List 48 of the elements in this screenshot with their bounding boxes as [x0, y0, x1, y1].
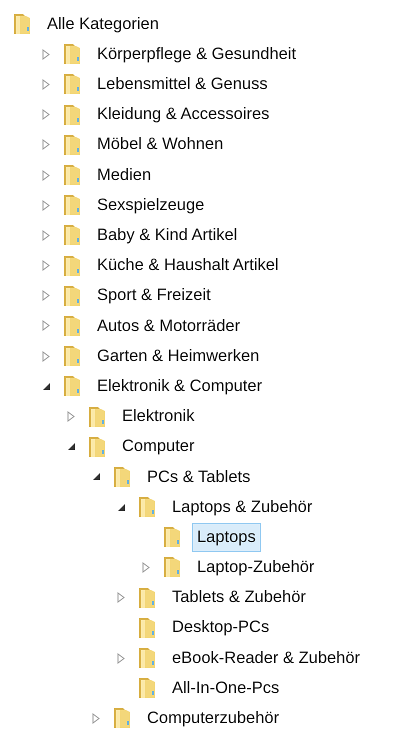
folder-icon	[62, 254, 82, 277]
tree-item[interactable]: All-In-One-Pcs	[167, 674, 284, 703]
folder-icon	[62, 345, 82, 368]
tree-item[interactable]: Autos & Motorräder	[92, 312, 246, 340]
folder-icon	[62, 314, 82, 337]
tree-item[interactable]: Kleidung & Accessoires	[92, 100, 274, 130]
folder-icon	[137, 586, 157, 609]
tree-item[interactable]: Tablets & Zubehör	[167, 583, 311, 612]
folder-icon	[162, 556, 182, 578]
tree-item[interactable]: Laptop-Zubehör	[192, 553, 320, 582]
tree-item[interactable]: Lebensmittel & Genuss	[92, 70, 273, 99]
folder-icon	[62, 134, 82, 156]
tree-item[interactable]: Baby & Kind Artikel	[92, 221, 242, 250]
folder-icon	[137, 496, 157, 518]
folder-icon	[137, 647, 157, 670]
tree-item[interactable]: Elektronik	[117, 402, 200, 431]
folder-icon	[137, 616, 157, 639]
folder-icon	[62, 43, 82, 66]
tree-item[interactable]: Alle Kategorien	[42, 10, 164, 38]
folder-icon	[87, 436, 107, 458]
folder-icon	[62, 164, 82, 186]
folder-icon	[112, 466, 132, 488]
tree-item[interactable]: Medien	[92, 160, 156, 190]
tree-item[interactable]: Küche & Haushalt Artikel	[92, 251, 284, 280]
folder-icon	[62, 104, 82, 126]
folder-icon	[62, 224, 82, 246]
tree-item[interactable]: Sport & Freizeit	[92, 281, 216, 310]
folder-icon	[62, 73, 82, 96]
folder-icon	[62, 194, 82, 216]
folder-icon	[12, 13, 32, 36]
tree-item[interactable]: Garten & Heimwerken	[92, 342, 264, 371]
folder-icon	[137, 677, 157, 700]
tree-item[interactable]: Computerzubehör	[142, 704, 284, 729]
tree-item[interactable]: Desktop-PCs	[167, 613, 274, 642]
folder-icon	[112, 707, 132, 729]
tree-item[interactable]: Laptops	[192, 522, 261, 552]
tree-item[interactable]: Möbel & Wohnen	[92, 130, 228, 160]
tree-item[interactable]: Körperpflege & Gesundheit	[92, 40, 302, 69]
folder-icon	[62, 375, 82, 398]
tree-item[interactable]: eBook-Reader & Zubehör	[167, 644, 366, 672]
tree-item[interactable]: PCs & Tablets	[142, 462, 256, 492]
tree-item[interactable]: Computer	[117, 432, 200, 462]
folder-icon	[87, 406, 107, 428]
tree-item[interactable]: Sexspielzeuge	[92, 190, 210, 220]
folder-icon	[162, 526, 182, 548]
tree-item[interactable]: Laptops & Zubehör	[167, 492, 318, 522]
folder-icon	[62, 284, 82, 307]
tree-item[interactable]: Elektronik & Computer	[92, 372, 268, 401]
